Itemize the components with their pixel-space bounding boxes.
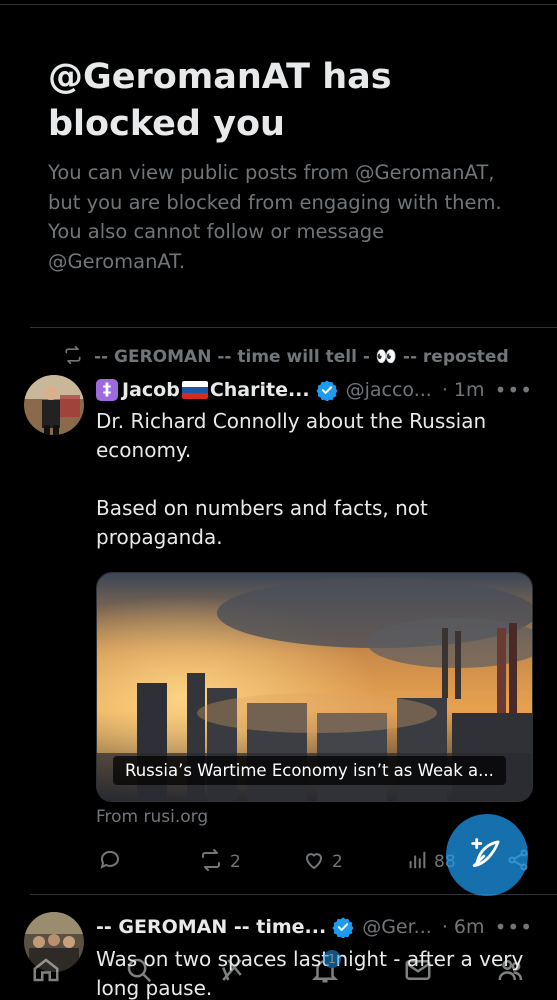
repost-context[interactable]: -- GEROMAN -- time will tell - 👀 -- repo… [62, 345, 509, 369]
post-time[interactable]: · 6m [442, 916, 485, 938]
bottom-nav: 1 [0, 940, 557, 1000]
x-app-screen: @GeromanAT has blocked you You can view … [0, 0, 557, 1000]
verified-icon [315, 379, 338, 402]
post-header: ‡ Jacob Charite... @jacco... · 1m ••• [96, 375, 533, 405]
compose-button[interactable] [446, 814, 528, 896]
notifications-icon[interactable]: 1 [305, 950, 345, 990]
messages-icon[interactable] [398, 950, 438, 990]
verified-icon [332, 916, 354, 939]
reply-button[interactable] [98, 846, 128, 878]
like-button[interactable]: 2 [302, 846, 343, 878]
notifications-badge: 1 [322, 950, 341, 968]
link-card[interactable]: Russia’s Wartime Economy isn’t as Weak a… [96, 572, 533, 802]
card-source[interactable]: From rusi.org [96, 807, 208, 827]
compose-icon [468, 834, 506, 876]
repost-icon [198, 848, 224, 877]
blocked-title: @GeromanAT has blocked you [48, 57, 392, 144]
repost-count: 2 [230, 852, 241, 872]
home-icon[interactable] [26, 950, 66, 990]
section-divider [30, 327, 557, 328]
views-icon [406, 849, 428, 876]
card-caption: Russia’s Wartime Economy isn’t as Weak a… [113, 756, 506, 785]
like-icon [302, 848, 326, 877]
communities-icon[interactable] [491, 950, 531, 990]
author-name[interactable]: -- GEROMAN -- time... [96, 916, 326, 938]
more-options-button[interactable]: ••• [495, 915, 533, 939]
post-time[interactable]: · 1m [442, 379, 485, 401]
name-badge: ‡ [96, 379, 118, 401]
search-icon[interactable] [119, 950, 159, 990]
post-text: Dr. Richard Connolly about the Russian e… [96, 409, 487, 549]
reply-icon [98, 848, 122, 877]
author-name-part2[interactable]: Charite... [210, 379, 310, 401]
blocked-description: You can view public posts from @GeromanA… [48, 161, 502, 273]
like-count: 2 [332, 852, 343, 872]
top-divider [0, 4, 557, 5]
author-name-part1[interactable]: Jacob [122, 379, 180, 401]
repost-label: -- GEROMAN -- time will tell - 👀 -- repo… [94, 347, 509, 367]
grok-icon[interactable] [212, 950, 252, 990]
russia-flag-icon [181, 381, 208, 399]
more-options-button[interactable]: ••• [495, 378, 533, 402]
author-handle[interactable]: @Ger... [362, 916, 432, 938]
author-handle[interactable]: @jacco... [346, 379, 432, 401]
avatar[interactable] [24, 375, 84, 435]
repost-icon [62, 345, 84, 370]
repost-button[interactable]: 2 [198, 846, 241, 878]
post-header: -- GEROMAN -- time... @Ger... · 6m ••• [96, 912, 533, 942]
